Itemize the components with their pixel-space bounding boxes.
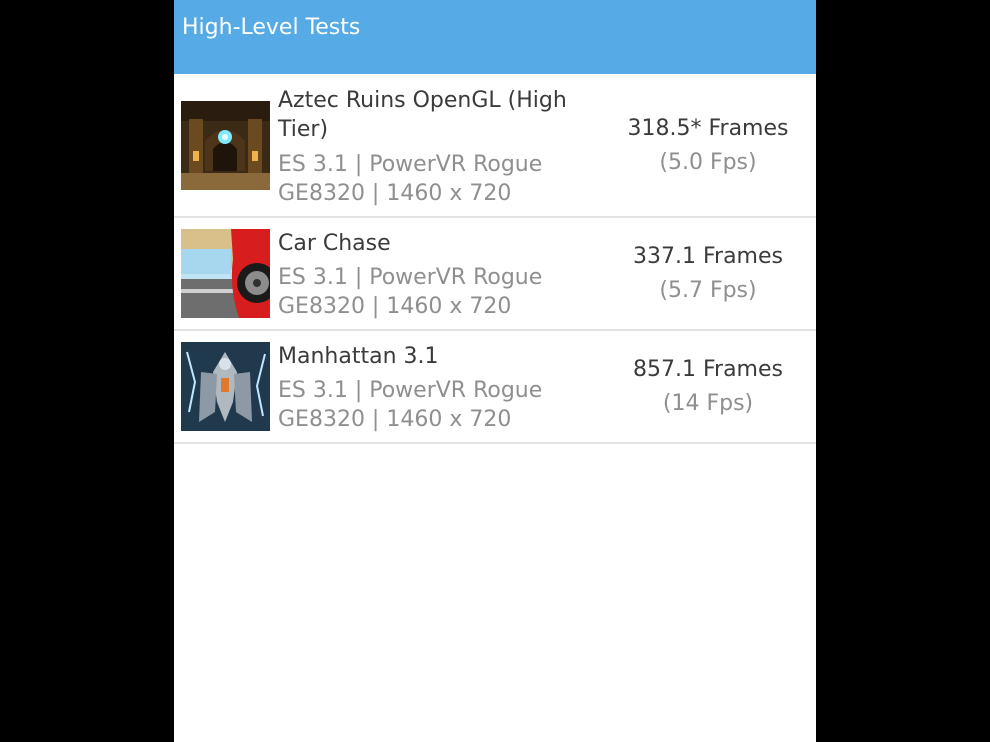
manhattan-thumbnail: [181, 342, 270, 431]
test-info: Car Chase ES 3.1 | PowerVR Rogue GE8320 …: [278, 229, 598, 321]
frames-value: 857.1 Frames: [633, 357, 783, 382]
test-info: Aztec Ruins OpenGL (High Tier) ES 3.1 | …: [278, 86, 598, 208]
test-results-list: Aztec Ruins OpenGL (High Tier) ES 3.1 | …: [174, 74, 816, 444]
fps-value: (5.7 Fps): [659, 278, 757, 303]
test-result: 318.5* Frames (5.0 Fps): [600, 114, 816, 178]
test-result: 857.1 Frames (14 Fps): [600, 355, 816, 419]
test-device-line: GE8320 | 1460 x 720: [278, 181, 512, 206]
test-title: Aztec Ruins OpenGL (High Tier): [278, 88, 567, 142]
test-api-line: ES 3.1 | PowerVR Rogue: [278, 152, 543, 177]
test-row-car-chase[interactable]: Car Chase ES 3.1 | PowerVR Rogue GE8320 …: [174, 218, 816, 331]
test-row-manhattan[interactable]: Manhattan 3.1 ES 3.1 | PowerVR Rogue GE8…: [174, 331, 816, 444]
test-device-line: GE8320 | 1460 x 720: [278, 407, 512, 432]
test-api-line: ES 3.1 | PowerVR Rogue: [278, 378, 543, 403]
test-row-aztec-ruins[interactable]: Aztec Ruins OpenGL (High Tier) ES 3.1 | …: [174, 74, 816, 218]
test-device-line: GE8320 | 1460 x 720: [278, 294, 512, 319]
frames-value: 337.1 Frames: [633, 244, 783, 269]
test-title: Car Chase: [278, 231, 391, 256]
fps-value: (5.0 Fps): [659, 150, 757, 175]
test-title: Manhattan 3.1: [278, 344, 439, 369]
aztec-ruins-thumbnail: [181, 101, 270, 190]
car-chase-thumbnail: [181, 229, 270, 318]
page-title: High-Level Tests: [182, 15, 361, 40]
fps-value: (14 Fps): [662, 391, 754, 416]
test-result: 337.1 Frames (5.7 Fps): [600, 242, 816, 306]
header-bar: High-Level Tests: [174, 0, 816, 74]
test-api-line: ES 3.1 | PowerVR Rogue: [278, 265, 543, 290]
frames-value: 318.5* Frames: [627, 116, 789, 141]
test-info: Manhattan 3.1 ES 3.1 | PowerVR Rogue GE8…: [278, 342, 598, 434]
app-screen: High-Level Tests Aztec Ruins OpenGL (Hig…: [174, 0, 816, 742]
